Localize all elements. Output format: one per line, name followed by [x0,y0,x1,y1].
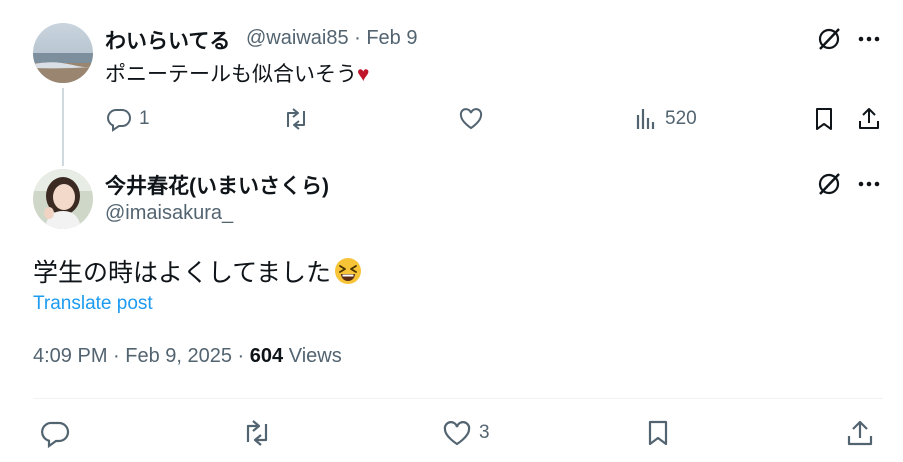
reply-text-body: ポニーテールも似合いそう [105,63,357,86]
views-icon [633,105,659,133]
main-author-name[interactable]: 今井春花(いまいさくら) [105,170,329,200]
main-reply-button[interactable] [40,418,72,448]
retweet-icon [240,418,274,448]
more-icon[interactable] [856,172,882,196]
heart-emoji: ♥ [357,63,370,86]
reply-handle-date[interactable]: @waiwai85 · Feb 9 [246,27,417,50]
bookmark-icon [811,105,837,133]
main-timestamp-views: 4:09 PM · Feb 9, 2025 · 604 Views [33,345,342,368]
reply-share-button[interactable] [856,105,882,133]
grinning-squinting-face-emoji [334,257,362,285]
bookmark-icon [643,418,673,448]
reply-author-name[interactable]: わいらいてる [105,25,230,55]
reply-icon [105,105,133,133]
reply-views-button[interactable]: 520 [633,105,697,133]
translate-post-link[interactable]: Translate post [33,293,153,315]
main-bookmark-button[interactable] [643,418,673,448]
reply-text: ポニーテールも似合いそう♥ [105,58,369,88]
main-like-button[interactable]: 3 [441,418,490,448]
main-timestamp[interactable]: 4:09 PM · Feb 9, 2025 · [33,345,250,367]
reply-view-count: 520 [665,108,697,129]
share-icon [845,418,875,448]
reply-retweet-button[interactable] [281,105,311,133]
retweet-icon [281,105,311,133]
main-retweet-button[interactable] [240,418,274,448]
grok-icon[interactable] [815,170,843,198]
like-icon [457,105,485,133]
grok-icon[interactable] [815,25,843,53]
main-text-body: 学生の時はよくしてました [33,259,332,287]
like-icon [441,418,473,448]
avatar-waiwai85[interactable] [33,23,93,83]
main-text: 学生の時はよくしてました [33,253,362,289]
reply-icon [40,418,72,448]
action-bar-divider [33,398,883,399]
share-icon [856,105,882,133]
reply-like-button[interactable] [457,105,485,133]
main-author-handle[interactable]: @imaisakura_ [105,202,233,225]
reply-reply-button[interactable]: 1 [105,105,150,133]
more-icon[interactable] [856,27,882,51]
main-view-count: 604 [249,345,284,367]
avatar-imaisakura[interactable] [33,169,93,229]
main-like-count: 3 [479,422,490,443]
reply-count: 1 [139,108,150,129]
main-share-button[interactable] [845,418,875,448]
main-views-label: Views [283,345,342,367]
reply-bookmark-button[interactable] [811,105,837,133]
thread-line [62,88,64,166]
